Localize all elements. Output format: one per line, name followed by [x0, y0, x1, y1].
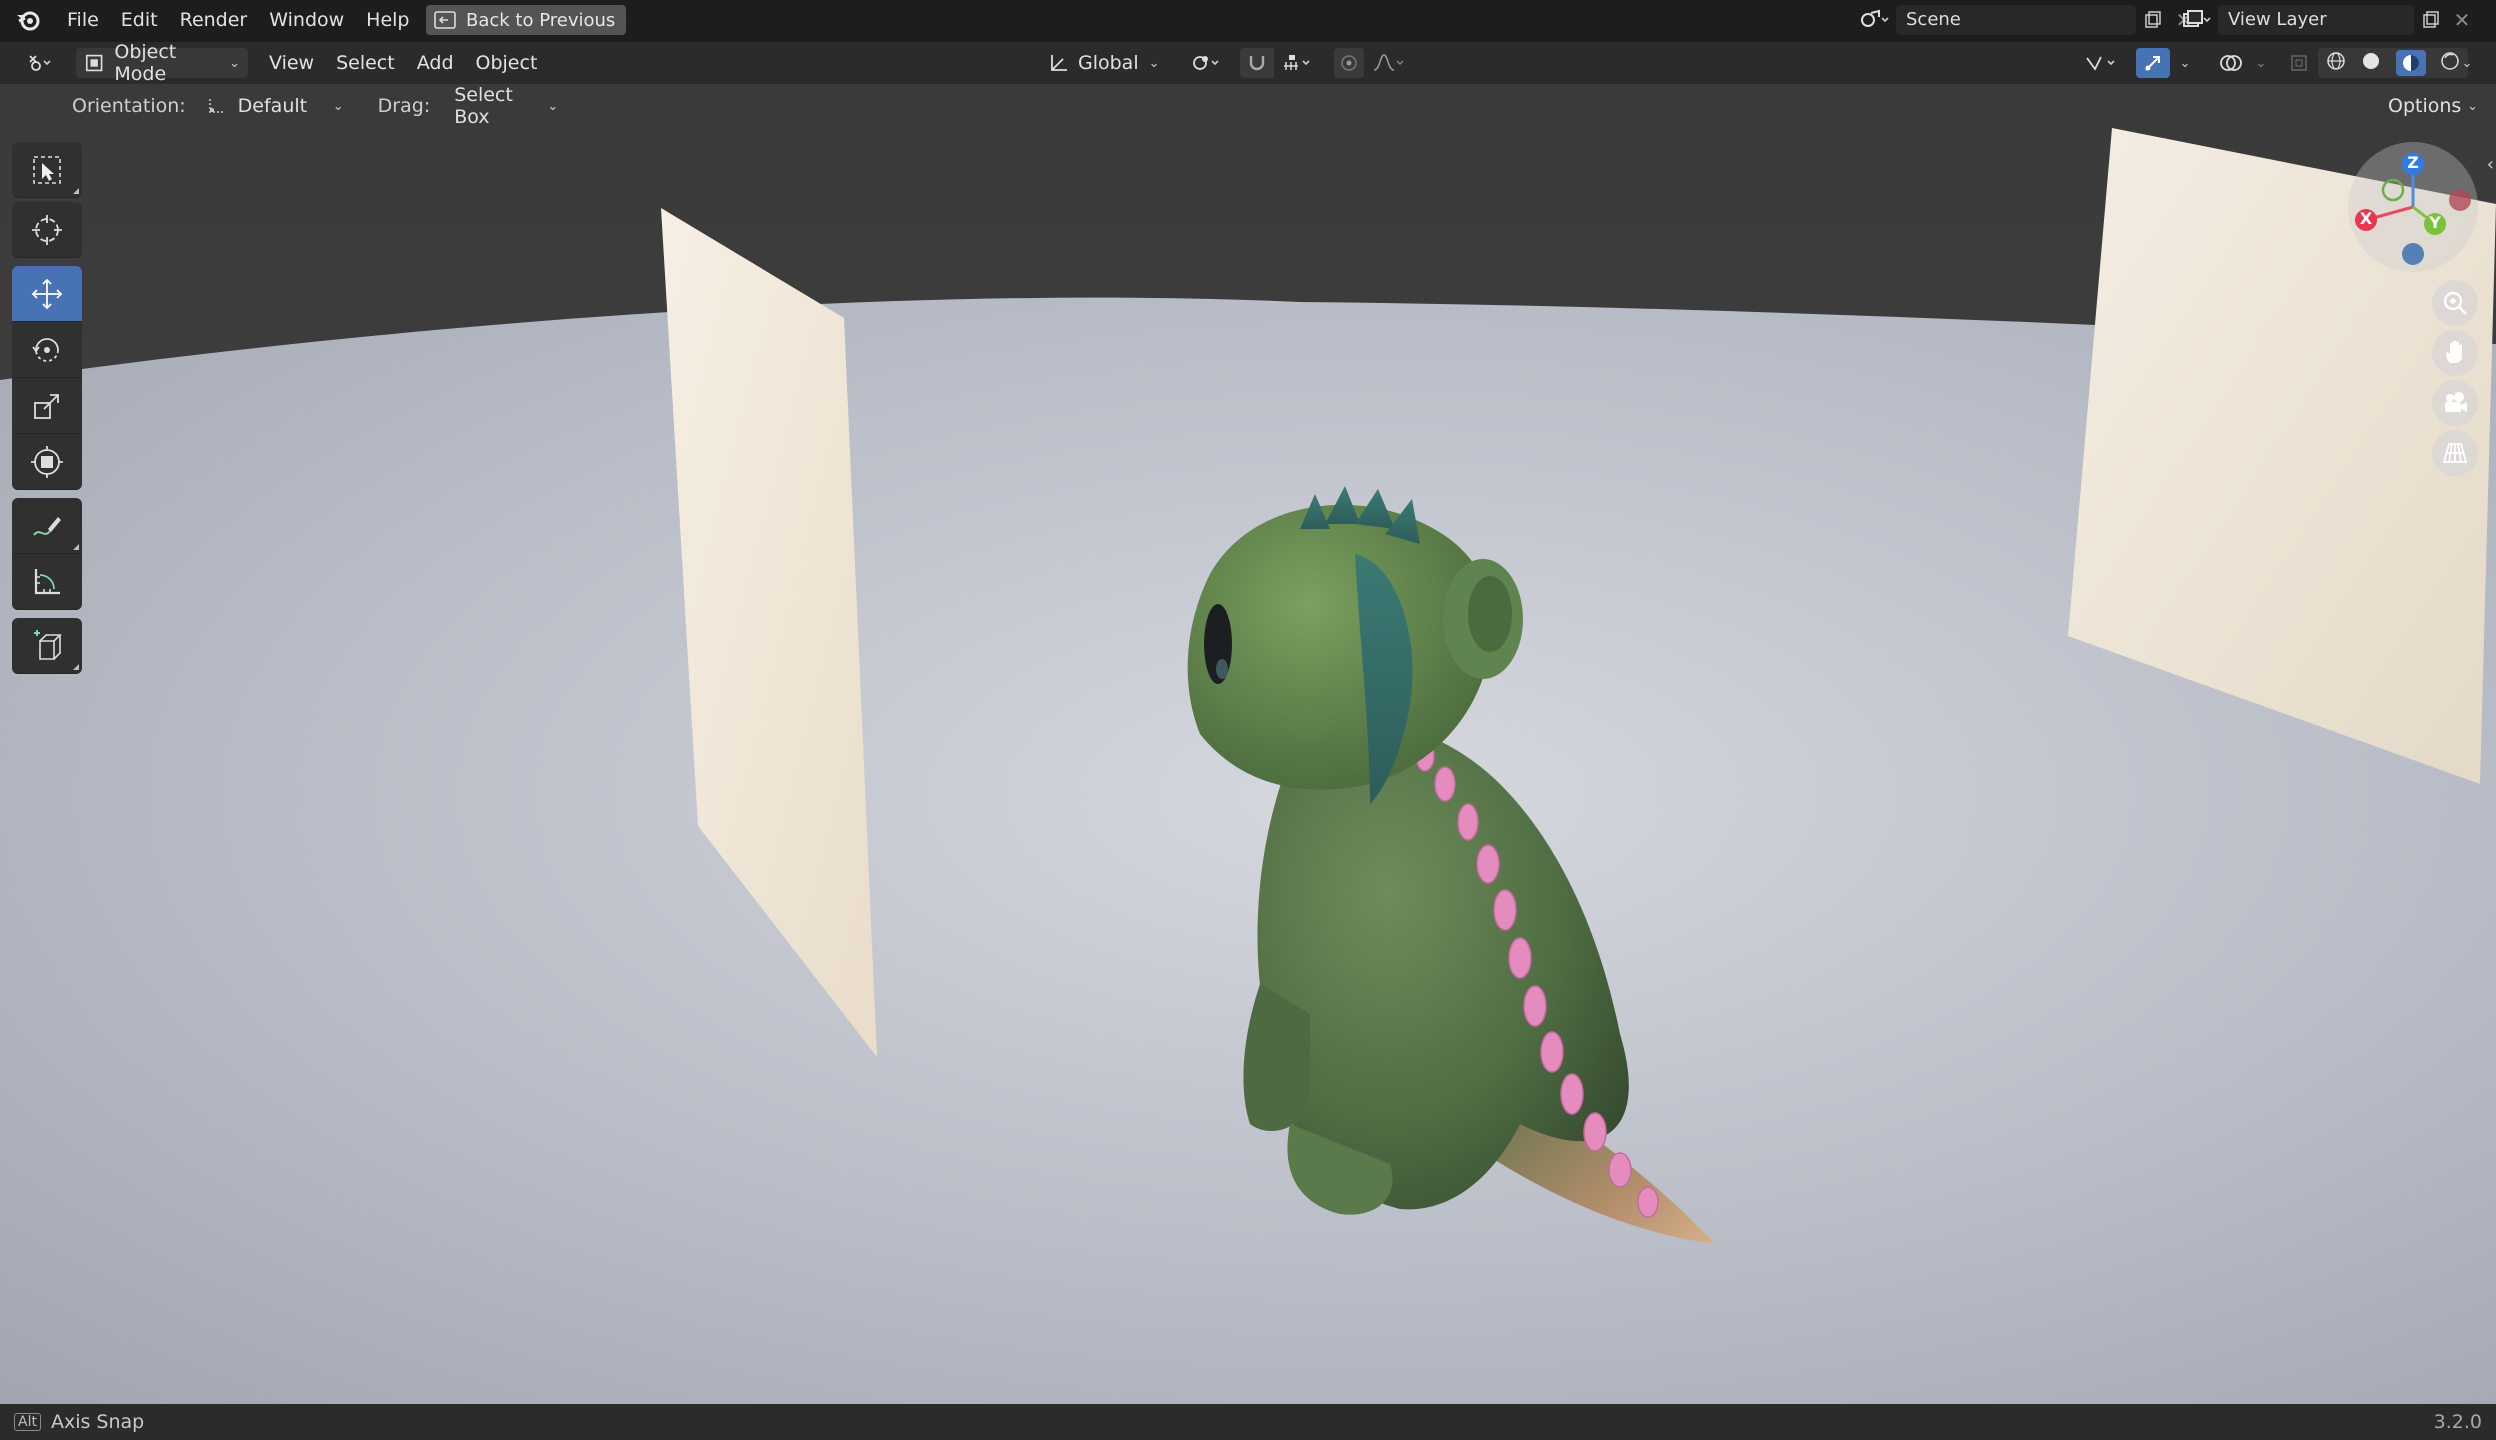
select-box-tool[interactable] [12, 142, 82, 198]
chevron-down-icon: ⌄ [2467, 98, 2478, 114]
orientation-label: Global [1078, 52, 1139, 74]
version-label: 3.2.0 [2433, 1411, 2482, 1433]
transform-orientation-dropdown[interactable]: Global ⌄ [1040, 48, 1170, 78]
menu-render[interactable]: Render [169, 0, 259, 40]
solid-shading-icon[interactable] [2360, 50, 2382, 77]
material-preview-shading-icon[interactable] [2395, 50, 2426, 76]
viewport-header: Object Mode ⌄ View Select Add Object Glo… [0, 41, 2496, 85]
menu-add[interactable]: Add [406, 43, 465, 83]
chevron-down-icon: ⌄ [332, 98, 344, 114]
scene-selector[interactable]: Scene ✕ [1852, 4, 2198, 36]
move-tool[interactable] [12, 266, 82, 322]
back-icon [434, 11, 456, 29]
view-layer-name-field[interactable]: View Layer [2218, 5, 2414, 35]
menu-window[interactable]: Window [258, 0, 355, 40]
orientation-value: Default [237, 95, 308, 117]
delete-view-layer-icon[interactable]: ✕ [2448, 5, 2476, 35]
chevron-down-icon: ⌄ [547, 98, 559, 114]
perspective-toggle-icon[interactable] [2432, 430, 2478, 476]
navigation-gizmo[interactable]: Z X Y [2348, 142, 2478, 272]
orientation-dropdown[interactable]: Default ⌄ [197, 91, 352, 121]
overlays-toggle-icon[interactable] [2214, 48, 2248, 78]
editor-type-icon[interactable] [14, 48, 64, 78]
tool-variants-indicator [73, 188, 79, 194]
chevron-down-icon: ⌄ [229, 55, 240, 71]
snap-target-icon[interactable] [1276, 48, 1320, 78]
zoom-view-icon[interactable] [2432, 280, 2478, 326]
overlays-dropdown-icon[interactable]: ⌄ [2248, 48, 2274, 78]
pivot-point-icon[interactable] [1184, 48, 1230, 78]
menu-file[interactable]: File [56, 0, 110, 40]
view-layer-selector[interactable]: View Layer ✕ [2174, 4, 2476, 36]
scene-render [0, 84, 2496, 1404]
3d-viewport[interactable]: Orientation: Default ⌄ Drag: Select Box … [0, 84, 2496, 1404]
camera-view-icon[interactable] [2432, 380, 2478, 426]
annotate-tool[interactable] [12, 498, 82, 554]
tool-shelf [12, 142, 82, 674]
visibility-select-icon[interactable] [2080, 48, 2124, 78]
orientation-label: Orientation: [72, 95, 186, 117]
scale-tool[interactable] [12, 378, 82, 434]
add-cube-icon [34, 629, 62, 660]
wireframe-shading-icon[interactable] [2325, 50, 2347, 77]
new-view-layer-icon[interactable] [2414, 5, 2448, 35]
tool-settings-bar: Orientation: Default ⌄ Drag: Select Box … [0, 84, 2496, 128]
transform-tool[interactable] [12, 434, 82, 490]
shading-options-dropdown-icon[interactable]: ⌄ [2452, 48, 2482, 78]
transform-icon [31, 445, 63, 478]
drag-label: Drag: [377, 95, 431, 117]
menu-object[interactable]: Object [465, 43, 549, 83]
back-button-label: Back to Previous [466, 9, 616, 31]
snap-toggle-icon[interactable] [1240, 48, 1274, 78]
alt-key-hint: Alt [14, 1413, 41, 1431]
axis-snap-hint: Axis Snap [50, 1411, 145, 1433]
back-to-previous-button[interactable]: Back to Previous [426, 5, 626, 35]
xray-toggle-icon[interactable] [2284, 48, 2314, 78]
tool-variants-indicator [73, 664, 79, 670]
status-bar: Alt Axis Snap 3.2.0 [0, 1404, 2496, 1440]
select-box-icon [33, 155, 61, 184]
add-cube-tool[interactable] [12, 618, 82, 674]
options-label: Options [2388, 95, 2462, 117]
drag-value: Select Box [454, 84, 513, 128]
shading-mode-group [2318, 48, 2468, 78]
blender-logo-icon[interactable] [0, 0, 56, 40]
menu-edit[interactable]: Edit [110, 0, 169, 40]
orientation-default-icon [208, 99, 224, 113]
menu-select[interactable]: Select [325, 43, 406, 83]
tool-variants-indicator [73, 544, 79, 550]
pan-view-hand-icon[interactable] [2432, 330, 2478, 376]
mode-dropdown[interactable]: Object Mode ⌄ [76, 41, 248, 85]
options-dropdown[interactable]: Options ⌄ [2380, 91, 2486, 121]
gizmo-x-label: X [2359, 209, 2373, 228]
measure-tool[interactable] [12, 554, 82, 610]
measure-icon [34, 568, 60, 594]
chevron-down-icon: ⌄ [1148, 55, 1160, 71]
orientation-axes-icon [1051, 55, 1067, 71]
rotate-icon [32, 337, 59, 362]
scene-name-field[interactable]: Scene [1896, 5, 2136, 35]
drag-dropdown[interactable]: Select Box ⌄ [446, 84, 567, 128]
gizmo-toggle-icon[interactable] [2136, 48, 2170, 78]
rotate-tool[interactable] [12, 322, 82, 378]
view-layer-icon[interactable] [2174, 5, 2218, 35]
menu-view[interactable]: View [258, 43, 325, 83]
proportional-editing-icon[interactable] [1334, 48, 1364, 78]
gizmo-dropdown-icon[interactable]: ⌄ [2170, 48, 2200, 78]
sidebar-toggle-icon[interactable]: ‹ [2487, 154, 2494, 175]
move-icon [31, 278, 63, 309]
gizmo-y-label: Y [2429, 213, 2441, 232]
mode-label: Object Mode [114, 41, 177, 85]
menu-help[interactable]: Help [355, 0, 420, 40]
top-menu-bar: File Edit Render Window Help Back to Pre… [0, 0, 2496, 40]
cursor-icon [32, 214, 62, 245]
falloff-curve-icon[interactable] [1366, 48, 1412, 78]
object-mode-icon [85, 54, 103, 72]
scale-icon [34, 393, 59, 419]
annotate-icon [33, 516, 61, 536]
scene-icon[interactable] [1852, 5, 1896, 35]
cursor-tool[interactable] [12, 202, 82, 258]
new-scene-icon[interactable] [2136, 5, 2170, 35]
gizmo-z-label: Z [2407, 153, 2419, 172]
